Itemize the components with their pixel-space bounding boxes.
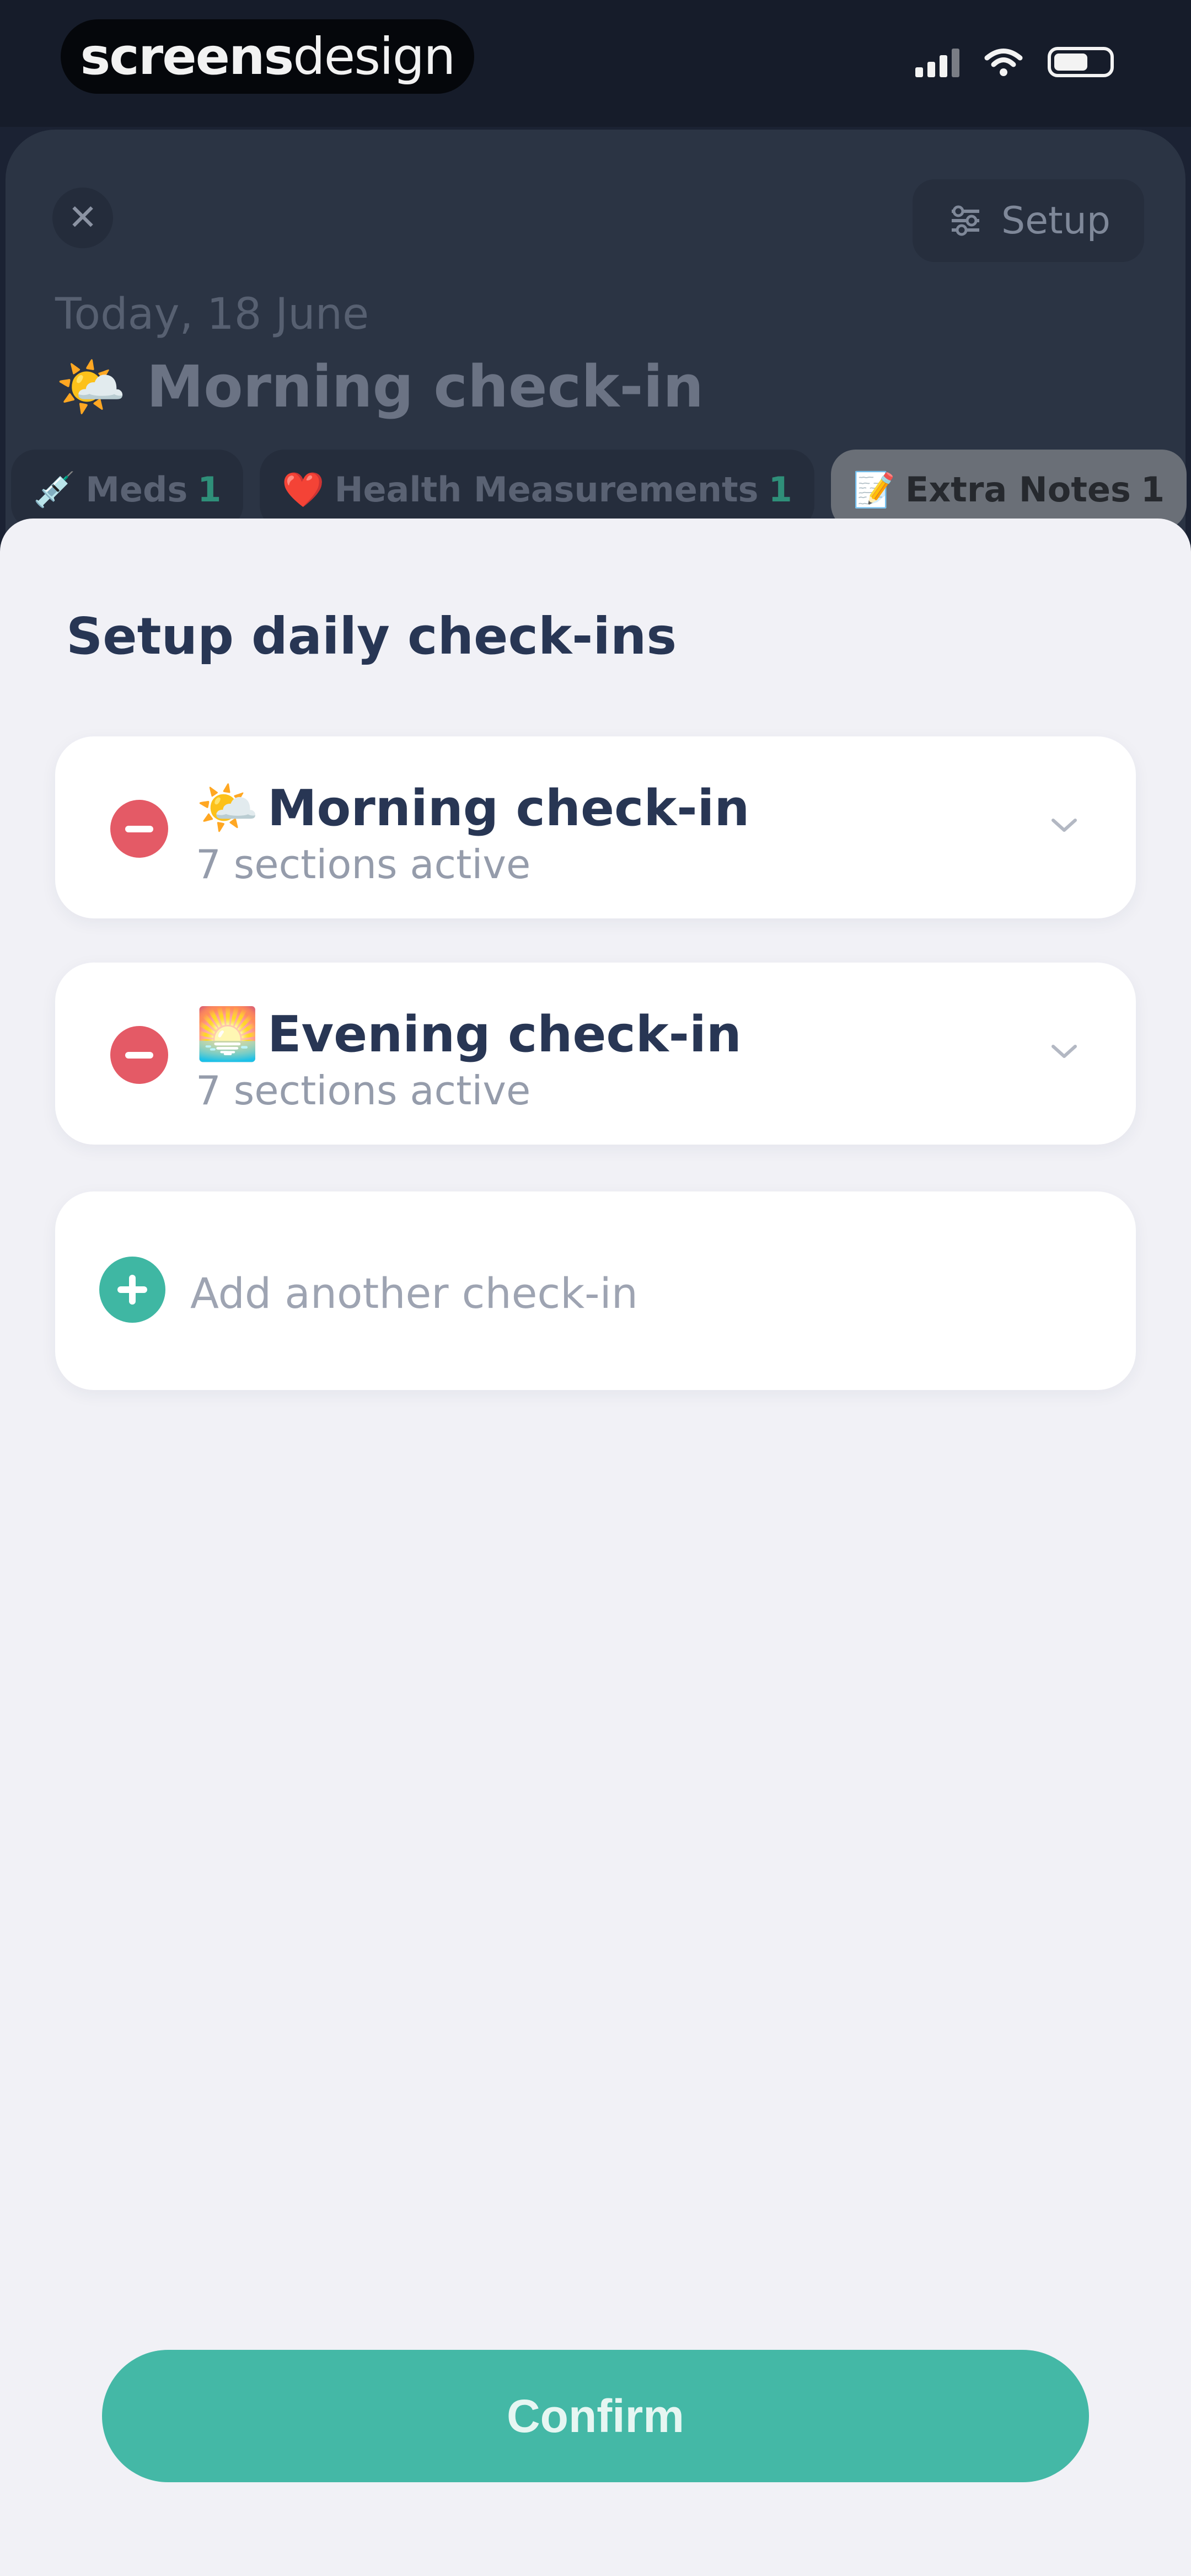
wifi-icon xyxy=(984,49,1023,76)
status-icons xyxy=(915,47,1114,77)
title-text: Morning check-in xyxy=(146,353,704,420)
brand-logo: screens design xyxy=(61,19,474,94)
chip-meds[interactable]: 💉 Meds 1 xyxy=(11,450,244,530)
setup-button[interactable]: Setup xyxy=(913,179,1144,262)
chip-extra-notes[interactable]: 📝 Extra Notes 1 xyxy=(830,450,1187,530)
section-chips: 💉 Meds 1 ❤️ Health Measurements 1 📝 Extr… xyxy=(11,450,1187,530)
checkin-sections: 7 sections active xyxy=(196,841,531,888)
battery-icon xyxy=(1048,47,1114,77)
chip-label: Extra Notes xyxy=(905,469,1131,510)
sliders-icon xyxy=(952,205,980,236)
brand-text-light: design xyxy=(293,27,455,86)
setup-label: Setup xyxy=(1001,199,1110,243)
add-checkin-button[interactable]: Add another check-in xyxy=(55,1191,1136,1390)
close-button[interactable]: ✕ xyxy=(52,188,113,248)
remove-icon[interactable] xyxy=(110,1026,168,1084)
chevron-down-icon[interactable] xyxy=(1048,808,1081,841)
checkin-card-evening[interactable]: 🌅 Evening check-in 7 sections active xyxy=(55,963,1136,1145)
date-label: Today, 18 June xyxy=(55,290,369,339)
status-bar: screens design xyxy=(0,0,1191,127)
chip-health-measurements[interactable]: ❤️ Health Measurements 1 xyxy=(260,450,814,530)
add-checkin-label: Add another check-in xyxy=(190,1269,638,1318)
chip-label: Meds xyxy=(85,469,188,510)
syringe-icon: 💉 xyxy=(33,469,76,510)
remove-icon[interactable] xyxy=(110,800,168,858)
checkin-name: Morning check-in xyxy=(267,779,750,837)
chip-count: 1 xyxy=(197,469,222,510)
sun-cloud-icon: 🌤️ xyxy=(196,778,259,837)
page-title: 🌤️ Morning check-in xyxy=(55,353,704,421)
sheet-title: Setup daily check-ins xyxy=(66,607,677,666)
heart-icon: ❤️ xyxy=(282,469,325,510)
confirm-button[interactable]: Confirm xyxy=(102,2350,1089,2482)
checkin-card-morning[interactable]: 🌤️ Morning check-in 7 sections active xyxy=(55,736,1136,918)
brand-text-bold: screens xyxy=(80,27,294,86)
notes-icon: 📝 xyxy=(852,469,895,510)
chip-count: 1 xyxy=(768,469,792,510)
title-emoji: 🌤️ xyxy=(55,353,127,420)
plus-icon xyxy=(99,1257,165,1323)
chip-label: Health Measurements xyxy=(334,469,759,510)
checkin-name: Evening check-in xyxy=(267,1006,742,1063)
sunset-icon: 🌅 xyxy=(196,1004,259,1063)
chip-count: 1 xyxy=(1140,469,1165,510)
signal-icon xyxy=(915,47,959,77)
chevron-down-icon[interactable] xyxy=(1048,1034,1081,1067)
checkin-sections: 7 sections active xyxy=(196,1067,531,1114)
